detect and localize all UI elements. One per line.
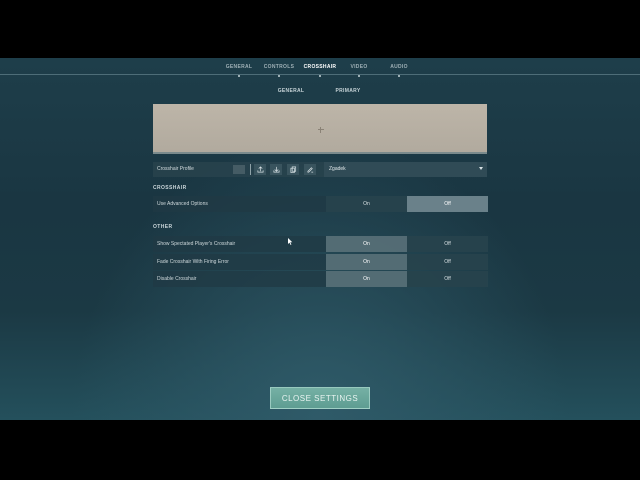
row-use-advanced-options: Use Advanced Options On Off [153, 196, 488, 212]
profile-select-value: Zgadek [329, 166, 346, 172]
row-label: Fade Crosshair With Firing Error [157, 259, 229, 265]
subtab-general[interactable]: GENERAL [271, 88, 311, 94]
mouse-cursor-icon [288, 238, 293, 245]
divider [250, 164, 251, 175]
close-settings-button[interactable]: CLOSE SETTINGS [270, 387, 370, 409]
disable-crosshair-on-button[interactable]: On [326, 271, 407, 287]
rename-icon[interactable] [304, 164, 316, 175]
row-disable-crosshair: Disable Crosshair On Off [153, 271, 488, 287]
copy-icon[interactable] [287, 164, 299, 175]
use-advanced-off-button[interactable]: Off [407, 196, 488, 212]
letterbox-top [0, 0, 640, 58]
fade-crosshair-on-button[interactable]: On [326, 254, 407, 270]
profile-chip [233, 165, 245, 174]
import-icon[interactable] [254, 164, 266, 175]
row-show-spectated-crosshair: Show Spectated Player's Crosshair On Off [153, 236, 488, 252]
tab-audio[interactable]: AUDIO [374, 64, 424, 70]
use-advanced-on-button[interactable]: On [326, 196, 407, 212]
tab-marker [398, 75, 400, 77]
tab-marker [319, 75, 321, 77]
crosshair-profile-bar: Crosshair Profile Zgadek [153, 162, 487, 177]
show-spectated-on-button[interactable]: On [326, 236, 407, 252]
tab-marker [358, 75, 360, 77]
subtab-primary[interactable]: PRIMARY [328, 88, 368, 94]
row-fade-crosshair: Fade Crosshair With Firing Error On Off [153, 254, 488, 270]
letterbox-bottom [0, 420, 640, 480]
tab-marker [278, 75, 280, 77]
chevron-down-icon [479, 167, 483, 170]
disable-crosshair-off-button[interactable]: Off [407, 271, 488, 287]
section-title-other: OTHER [153, 224, 173, 230]
settings-screen: GENERAL CONTROLS CROSSHAIR VIDEO AUDIO G… [0, 58, 640, 420]
download-icon[interactable] [270, 164, 282, 175]
row-label: Use Advanced Options [157, 201, 208, 207]
profile-select[interactable]: Zgadek [324, 162, 487, 177]
row-label: Disable Crosshair [157, 276, 197, 282]
tab-marker [238, 75, 240, 77]
fade-crosshair-off-button[interactable]: Off [407, 254, 488, 270]
section-title-crosshair: CROSSHAIR [153, 185, 187, 191]
row-label: Show Spectated Player's Crosshair [157, 241, 236, 247]
profile-label: Crosshair Profile [157, 166, 194, 172]
crosshair-icon [318, 127, 324, 133]
show-spectated-off-button[interactable]: Off [407, 236, 488, 252]
